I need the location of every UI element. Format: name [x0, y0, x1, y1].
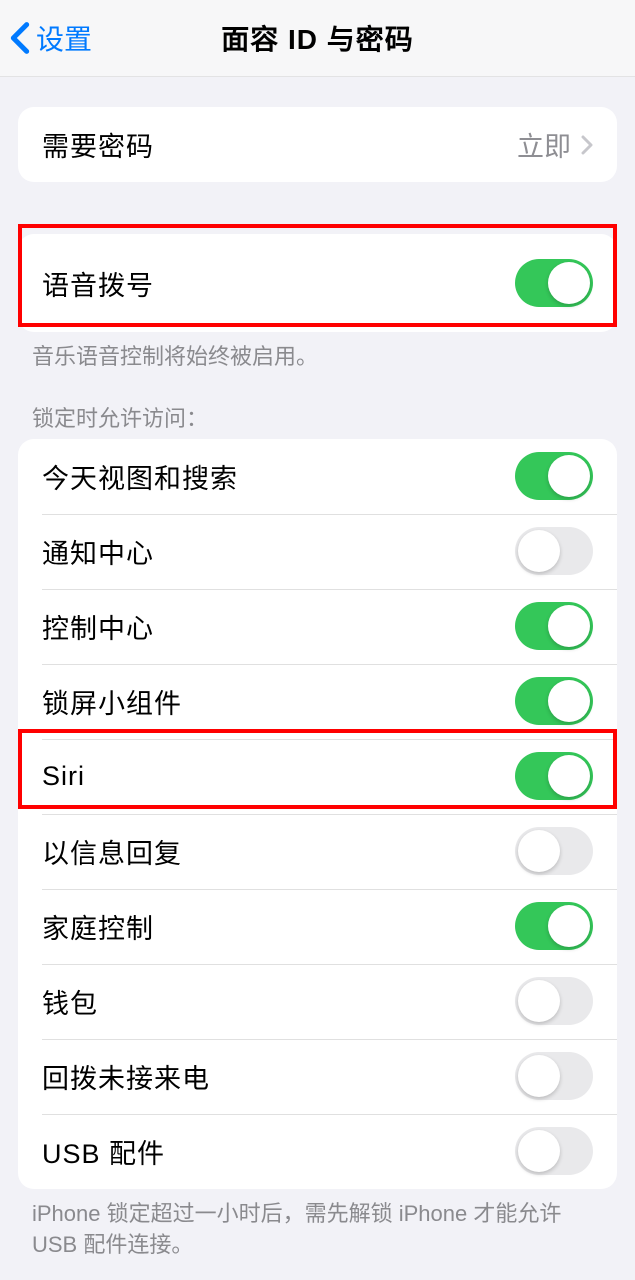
- usb-accessories-label: USB 配件: [42, 1132, 165, 1171]
- back-label: 设置: [36, 18, 92, 58]
- siri-row: Siri: [18, 739, 617, 814]
- siri-toggle[interactable]: [515, 752, 593, 800]
- lock-screen-widgets-label: 锁屏小组件: [42, 682, 182, 721]
- toggle-knob: [548, 605, 590, 647]
- notification-center-toggle[interactable]: [515, 527, 593, 575]
- return-missed-calls-toggle[interactable]: [515, 1052, 593, 1100]
- toggle-knob: [518, 830, 560, 872]
- voice-dial-group: 语音拨号: [18, 234, 617, 332]
- lock-screen-widgets-toggle[interactable]: [515, 677, 593, 725]
- toggle-knob: [548, 905, 590, 947]
- toggle-knob: [518, 980, 560, 1022]
- toggle-knob: [518, 1130, 560, 1172]
- usb-footer: iPhone 锁定超过一小时后，需先解锁 iPhone 才能允许 USB 配件连…: [0, 1189, 635, 1280]
- voice-dial-label: 语音拨号: [42, 264, 154, 303]
- toggle-knob: [548, 262, 590, 304]
- back-button[interactable]: 设置: [0, 18, 92, 58]
- usb-accessories-row: USB 配件: [18, 1114, 617, 1189]
- voice-dial-toggle[interactable]: [515, 259, 593, 307]
- allow-access-group: 今天视图和搜索 通知中心 控制中心 锁屏小组件 Siri: [18, 439, 617, 1189]
- wallet-row: 钱包: [18, 964, 617, 1039]
- wallet-label: 钱包: [42, 982, 98, 1021]
- return-missed-calls-label: 回拨未接来电: [42, 1057, 210, 1096]
- toggle-knob: [518, 530, 560, 572]
- reply-with-message-label: 以信息回复: [42, 832, 182, 871]
- reply-with-message-row: 以信息回复: [18, 814, 617, 889]
- home-control-toggle[interactable]: [515, 902, 593, 950]
- home-control-row: 家庭控制: [18, 889, 617, 964]
- chevron-left-icon: [10, 21, 30, 55]
- page-title: 面容 ID 与密码: [221, 18, 414, 58]
- notification-center-label: 通知中心: [42, 532, 154, 571]
- reply-with-message-toggle[interactable]: [515, 827, 593, 875]
- voice-dial-footer: 音乐语音控制将始终被启用。: [0, 332, 635, 373]
- control-center-toggle[interactable]: [515, 602, 593, 650]
- today-view-label: 今天视图和搜索: [42, 457, 238, 496]
- today-view-row: 今天视图和搜索: [18, 439, 617, 514]
- control-center-row: 控制中心: [18, 589, 617, 664]
- wallet-toggle[interactable]: [515, 977, 593, 1025]
- voice-dial-row: 语音拨号: [18, 234, 617, 332]
- today-view-toggle[interactable]: [515, 452, 593, 500]
- return-missed-calls-row: 回拨未接来电: [18, 1039, 617, 1114]
- allow-access-header: 锁定时允许访问：: [0, 373, 635, 439]
- toggle-knob: [518, 1055, 560, 1097]
- chevron-right-icon: [581, 135, 593, 155]
- control-center-label: 控制中心: [42, 607, 154, 646]
- usb-accessories-toggle[interactable]: [515, 1127, 593, 1175]
- toggle-knob: [548, 680, 590, 722]
- siri-label: Siri: [42, 761, 85, 792]
- home-control-label: 家庭控制: [42, 907, 154, 946]
- require-passcode-label: 需要密码: [42, 125, 154, 164]
- require-passcode-value: 立即: [517, 125, 571, 164]
- toggle-knob: [548, 455, 590, 497]
- require-passcode-group: 需要密码 立即: [18, 107, 617, 182]
- toggle-knob: [548, 755, 590, 797]
- notification-center-row: 通知中心: [18, 514, 617, 589]
- require-passcode-row[interactable]: 需要密码 立即: [18, 107, 617, 182]
- lock-screen-widgets-row: 锁屏小组件: [18, 664, 617, 739]
- navbar: 设置 面容 ID 与密码: [0, 0, 635, 77]
